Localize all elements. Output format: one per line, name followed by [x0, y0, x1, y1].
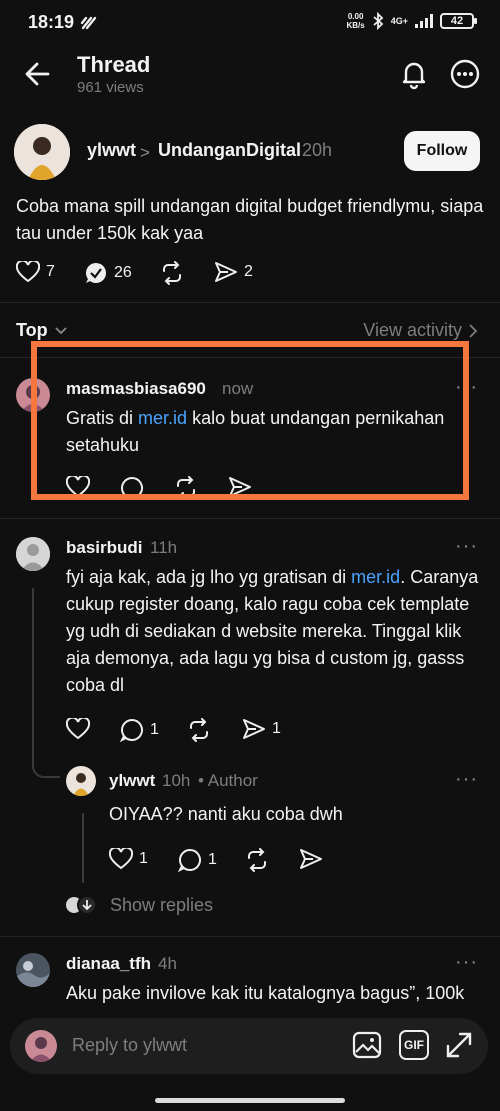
thread-connector	[32, 758, 60, 778]
comment-avatar[interactable]	[16, 537, 50, 571]
network-type: 4G+	[390, 16, 408, 26]
reply-bar-avatar	[25, 1030, 57, 1062]
send-icon	[300, 849, 322, 869]
comment-avatar[interactable]	[16, 953, 50, 987]
status-icons: 0.00 KB/s 4G+ 42	[346, 12, 477, 30]
comment-share-button[interactable]: 1	[242, 718, 281, 740]
divider	[0, 302, 500, 303]
post-comment-button[interactable]: 26	[84, 261, 132, 285]
post-like-count: 7	[46, 263, 55, 280]
show-replies-button[interactable]: Show replies	[64, 893, 213, 917]
op-timestamp: 20h	[302, 140, 333, 160]
image-attach-button[interactable]	[352, 1030, 382, 1060]
signal-icon	[415, 14, 433, 28]
reply-comment-button[interactable]: 1	[178, 848, 217, 872]
comment-link[interactable]: mer.id	[351, 567, 400, 587]
back-button[interactable]	[20, 56, 56, 92]
comment-reply-button[interactable]: 1	[120, 718, 159, 742]
reply-username[interactable]: ylwwt	[109, 771, 155, 791]
show-replies-label: Show replies	[110, 894, 214, 915]
op-username[interactable]: ylwwt	[87, 140, 136, 161]
highlight-box	[31, 341, 469, 500]
reply-repost-button[interactable]	[245, 848, 269, 872]
back-arrow-icon	[25, 62, 50, 86]
reply-avatar[interactable]	[66, 766, 96, 796]
comment-username[interactable]: dianaa_tfh	[66, 954, 151, 974]
reply-share-button[interactable]	[299, 848, 323, 870]
comment-username[interactable]: basirbudi	[66, 538, 143, 558]
page-title: Thread	[77, 52, 151, 77]
comment-icon	[178, 848, 201, 872]
op-avatar[interactable]	[14, 124, 70, 180]
repost-icon	[190, 718, 208, 742]
status-time: 18:19	[28, 12, 75, 32]
image-icon	[352, 1031, 382, 1059]
comment-repost-button[interactable]	[187, 718, 211, 742]
chevron-right-icon: >	[140, 143, 150, 162]
repost-icon	[163, 261, 181, 285]
reply-text: OIYAA?? nanti aku coba dwh	[109, 804, 343, 824]
data-saver-icon	[80, 15, 98, 31]
heart-icon	[66, 718, 90, 740]
status-bar: 18:19 0.00 KB/s 4G+ 42	[0, 0, 500, 48]
comment-icon	[120, 718, 143, 742]
post-repost-button[interactable]	[160, 261, 184, 285]
repost-icon	[248, 848, 266, 872]
divider	[0, 936, 500, 937]
comment-text: fyi aja kak, ada jg lho yg gratisan di m…	[66, 567, 479, 695]
comment-check-icon	[86, 263, 106, 283]
comment-share-count: 1	[272, 720, 281, 737]
heart-icon	[16, 261, 40, 283]
expand-button[interactable]	[444, 1030, 474, 1060]
view-activity-label: View activity	[363, 320, 462, 340]
thread-line	[82, 813, 84, 883]
post-share-count: 2	[244, 263, 253, 280]
home-indicator[interactable]	[155, 1098, 345, 1103]
comment-more-icon[interactable]: ···	[455, 951, 478, 974]
sort-label: Top	[16, 320, 48, 340]
post-comment-count: 26	[114, 264, 132, 281]
post-text: Coba mana spill undangan digital budget …	[16, 196, 484, 243]
replies-avatars	[64, 893, 100, 917]
bell-icon	[402, 62, 426, 90]
reply-timestamp: 10h	[162, 771, 191, 790]
sort-dropdown[interactable]: Top	[16, 320, 68, 341]
arrow-down-icon	[77, 895, 97, 915]
comment-like-button[interactable]	[66, 718, 90, 740]
view-activity-link[interactable]: View activity	[363, 320, 478, 341]
chevron-right-icon	[469, 323, 478, 338]
comment-timestamp: 11h	[150, 538, 178, 557]
post-like-button[interactable]: 7	[16, 261, 55, 283]
expand-icon	[446, 1032, 472, 1058]
chevron-down-icon	[55, 326, 67, 334]
more-options-button[interactable]	[449, 58, 481, 90]
comment-more-icon[interactable]: ···	[455, 535, 478, 558]
reply-input[interactable]: Reply to ylwwt	[72, 1035, 187, 1056]
follow-button[interactable]: Follow	[404, 131, 480, 171]
view-count: 961 views	[77, 79, 144, 96]
send-icon	[243, 719, 265, 739]
reply-more-icon[interactable]: ···	[455, 768, 478, 791]
more-icon	[450, 59, 480, 89]
notification-bell-button[interactable]	[398, 58, 430, 90]
comment-timestamp: 4h	[158, 954, 177, 973]
bluetooth-icon	[372, 12, 384, 30]
thread-line	[32, 588, 34, 766]
op-community[interactable]: UndanganDigital	[158, 140, 301, 161]
battery-icon: 42	[440, 13, 477, 29]
comment-reply-count: 1	[150, 721, 159, 738]
reply-comment-count: 1	[208, 851, 217, 868]
send-icon	[215, 262, 237, 282]
reply-like-count: 1	[139, 850, 148, 867]
net-speed: 0.00 KB/s	[346, 12, 365, 30]
post-share-button[interactable]: 2	[214, 261, 253, 283]
heart-icon	[109, 848, 133, 870]
divider	[0, 518, 500, 519]
comment-text: Aku pake invilove kak itu katalognya bag…	[66, 983, 465, 1003]
author-badge: • Author	[198, 771, 258, 790]
reply-like-button[interactable]: 1	[109, 848, 148, 870]
gif-button[interactable]: GIF	[399, 1030, 429, 1060]
